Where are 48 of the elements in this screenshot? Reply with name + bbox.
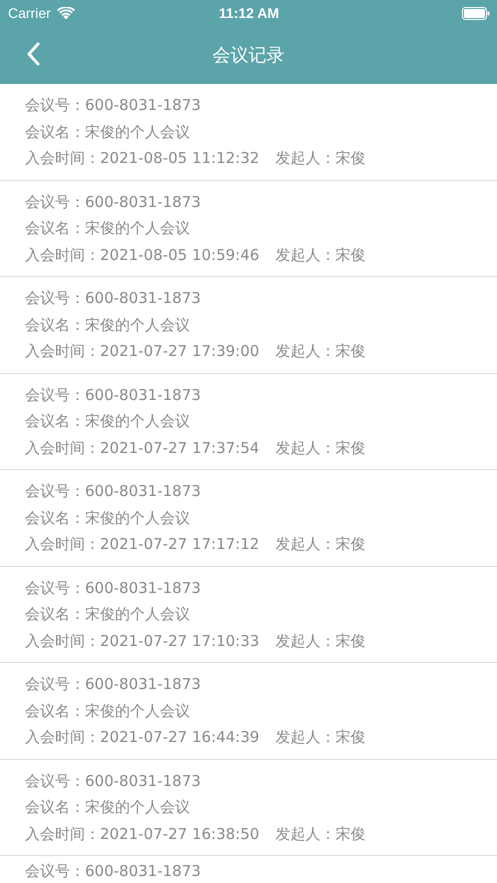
status-time: 11:12 AM bbox=[218, 5, 280, 21]
join-time: 入会时间：2021-07-27 17:37:54 bbox=[25, 438, 260, 458]
record-item[interactable]: 会议号：600-8031-1873 会议名：宋俊的个人会议 入会时间：2021-07-27 17:10:33 发起人：宋俊 bbox=[0, 566, 497, 663]
meeting-number: 会议号：600-8031-1873 bbox=[25, 861, 201, 882]
meeting-name: 会议名：宋俊的个人会议 bbox=[25, 508, 190, 528]
meeting-number: 会议号：600-8031-1873 bbox=[25, 384, 201, 406]
battery-icon bbox=[462, 6, 490, 20]
record-item[interactable]: 会议号：600-8031-1873 会议名：宋俊的个人会议 入会时间：2021-07-27 16:38:50 发起人：宋俊 bbox=[0, 760, 497, 856]
initiator: 发起人：宋俊 bbox=[275, 630, 366, 652]
meeting-number: 会议号：600-8031-1873 bbox=[25, 674, 201, 695]
carrier-name: Carrier bbox=[8, 5, 51, 21]
meeting-number: 会议号：600-8031-1873 bbox=[25, 95, 201, 116]
meeting-number: 会议号：600-8031-1873 bbox=[25, 192, 201, 212]
record-item[interactable]: 会议号：600-8031-1873 会议名：宋俊的个人会议 入会时间：2021-07-27 17:17:12 发起人：宋俊 bbox=[0, 470, 497, 566]
meeting-number: 会议号：600-8031-1873 bbox=[25, 770, 201, 792]
initiator: 发起人：宋俊 bbox=[275, 438, 366, 458]
back-icon[interactable] bbox=[26, 42, 40, 66]
meeting-name: 会议名：宋俊的个人会议 bbox=[25, 314, 190, 336]
join-time: 入会时间：2021-07-27 16:38:50 bbox=[25, 824, 260, 844]
record-item[interactable]: 会议号：600-8031-1873 会议名：宋俊的个人会议 入会时间：2021-07-27 17:37:54 发起人：宋俊 bbox=[0, 374, 497, 470]
initiator: 发起人：宋俊 bbox=[275, 824, 366, 844]
meeting-name: 会议名：宋俊的个人会议 bbox=[25, 797, 190, 818]
record-item[interactable]: 会议号：600-8031-1873 bbox=[0, 856, 497, 883]
join-time: 入会时间：2021-07-27 16:44:39 bbox=[25, 727, 260, 748]
initiator: 发起人：宋俊 bbox=[275, 534, 366, 555]
join-time: 入会时间：2021-08-05 11:12:32 bbox=[25, 148, 260, 169]
join-time: 入会时间：2021-07-27 17:39:00 bbox=[25, 341, 260, 362]
meeting-name: 会议名：宋俊的个人会议 bbox=[25, 122, 190, 142]
meeting-number: 会议号：600-8031-1873 bbox=[25, 578, 201, 598]
page-title: 会议记录 bbox=[212, 44, 284, 67]
join-time: 入会时间：2021-07-27 17:17:12 bbox=[25, 534, 260, 555]
meeting-number: 会议号：600-8031-1873 bbox=[25, 288, 201, 309]
initiator: 发起人：宋俊 bbox=[275, 244, 366, 266]
meeting-number: 会议号：600-8031-1873 bbox=[25, 481, 201, 502]
meeting-name: 会议名：宋俊的个人会议 bbox=[25, 700, 190, 722]
record-item[interactable]: 会议号：600-8031-1873 会议名：宋俊的个人会议 入会时间：2021-07-27 16:44:39 发起人：宋俊 bbox=[0, 663, 497, 760]
record-item[interactable]: 会议号：600-8031-1873 会议名：宋俊的个人会议 入会时间：2021-07-27 17:39:00 发起人：宋俊 bbox=[0, 277, 497, 374]
record-item[interactable]: 会议号：600-8031-1873 会议名：宋俊的个人会议 入会时间：2021-08-05 10:59:46 发起人：宋俊 bbox=[0, 180, 497, 277]
join-time: 入会时间：2021-07-27 17:10:33 bbox=[25, 630, 260, 652]
initiator: 发起人：宋俊 bbox=[275, 148, 366, 169]
record-item[interactable]: 会议号：600-8031-1873 会议名：宋俊的个人会议 入会时间：2021-08-05 11:12:32 发起人：宋俊 bbox=[0, 84, 497, 180]
wifi-icon bbox=[56, 6, 75, 20]
initiator: 发起人：宋俊 bbox=[275, 341, 366, 362]
initiator: 发起人：宋俊 bbox=[275, 727, 366, 748]
meeting-name: 会议名：宋俊的个人会议 bbox=[25, 218, 190, 239]
join-time: 入会时间：2021-08-05 10:59:46 bbox=[25, 244, 260, 266]
meeting-name: 会议名：宋俊的个人会议 bbox=[25, 604, 190, 625]
meeting-name: 会议名：宋俊的个人会议 bbox=[25, 411, 190, 432]
